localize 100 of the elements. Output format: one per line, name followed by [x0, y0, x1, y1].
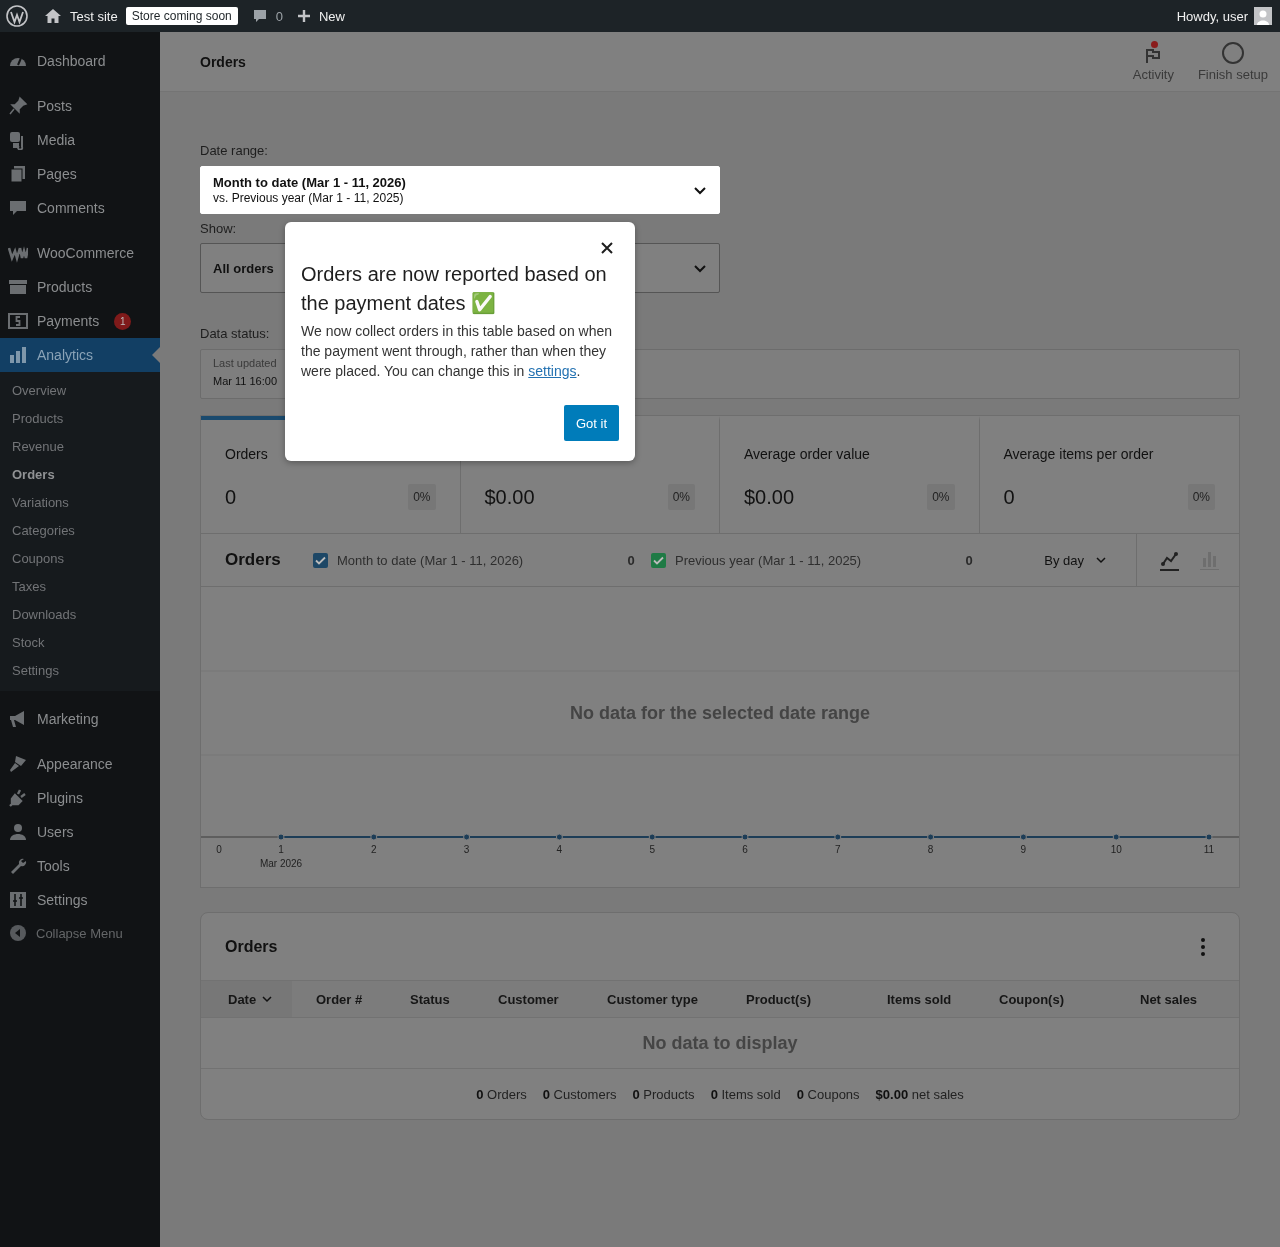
- table-summary-item: 0 Orders: [476, 1086, 527, 1102]
- submenu-item[interactable]: Overview: [0, 377, 160, 405]
- summary-label: Average items per order: [1003, 446, 1155, 464]
- chevron-down-icon: [693, 262, 707, 274]
- submenu-item[interactable]: Stock: [0, 629, 160, 657]
- sidebar-menu-item[interactable]: Products: [0, 270, 160, 304]
- show-label: Show:: [200, 221, 237, 236]
- sidebar-menu-item[interactable]: Posts: [0, 89, 160, 123]
- chart-title: Orders: [225, 550, 282, 570]
- summary-card[interactable]: Average order value $0.00 0%: [720, 416, 980, 533]
- sidebar-menu-item[interactable]: Tools: [0, 849, 160, 883]
- paintbrush-icon: [8, 754, 28, 774]
- chevron-down-icon: [693, 184, 707, 196]
- sidebar-menu-item[interactable]: Comments: [0, 191, 160, 225]
- column-header[interactable]: Coupon(s): [975, 981, 1116, 1017]
- sidebar-menu-item[interactable]: Users: [0, 815, 160, 849]
- comment-count: 0: [275, 8, 283, 24]
- column-header[interactable]: Status: [386, 981, 474, 1017]
- axis-tick-label: 5: [649, 844, 655, 855]
- submenu-item[interactable]: Coupons: [0, 545, 160, 573]
- table-summary-item: 0 Customers: [542, 1086, 617, 1102]
- vertical-dots-icon: [1201, 937, 1205, 956]
- empty-chart-message: No data for the selected date range: [569, 703, 871, 723]
- line-chart-icon: [1159, 549, 1179, 571]
- sidebar-menu-item[interactable]: Appearance: [0, 747, 160, 781]
- sort-chevron-icon: [262, 995, 273, 1003]
- column-header[interactable]: Net sales: [1116, 981, 1239, 1017]
- legend-toggle[interactable]: Previous year (Mar 1 - 11, 2025) 0: [651, 534, 989, 586]
- summary-value: $0.00: [484, 485, 535, 509]
- archive-box-icon: [8, 277, 28, 297]
- axis-tick-label: 6: [742, 844, 748, 855]
- axis-tick-label: 4: [556, 844, 563, 855]
- table-summary-item: 0 Coupons: [796, 1086, 860, 1102]
- checkbox[interactable]: [313, 552, 328, 568]
- checkbox[interactable]: [651, 552, 666, 568]
- column-header[interactable]: Order #: [292, 981, 386, 1017]
- percent-change-badge: 0%: [927, 484, 955, 510]
- last-updated-caption: Last updated: [213, 357, 278, 369]
- submenu-item[interactable]: Products: [0, 405, 160, 433]
- summary-value: 0: [1003, 485, 1015, 509]
- column-header[interactable]: Items sold: [863, 981, 975, 1017]
- sidebar-menu-item[interactable]: Pages: [0, 157, 160, 191]
- submenu-item[interactable]: Categories: [0, 517, 160, 545]
- axis-tick-label: 3: [463, 844, 470, 855]
- column-header[interactable]: Customer: [474, 981, 583, 1017]
- sidebar-menu-item[interactable]: WooCommerce: [0, 236, 160, 270]
- axis-tick-label: 7: [835, 844, 841, 855]
- sidebar-menu-item[interactable]: Marketing: [0, 702, 160, 736]
- finish-setup-button[interactable]: Finish setup: [1185, 31, 1280, 92]
- home-icon[interactable]: [44, 7, 62, 25]
- activity-button[interactable]: Activity: [1120, 31, 1186, 92]
- new-content-link[interactable]: New: [319, 8, 345, 24]
- percent-change-badge: 0%: [408, 484, 436, 510]
- submenu-item[interactable]: Revenue: [0, 433, 160, 461]
- percent-change-badge: 0%: [1187, 484, 1215, 510]
- circle-progress-icon: [1220, 41, 1245, 65]
- date-range-label: Date range:: [200, 143, 268, 158]
- table-title: Orders: [225, 937, 279, 956]
- chevron-down-icon: [1096, 556, 1106, 564]
- sidebar-menu-item[interactable]: Analytics: [0, 338, 160, 372]
- summary-label: Orders: [225, 446, 269, 464]
- legend-toggle[interactable]: Month to date (Mar 1 - 11, 2026) 0: [313, 534, 651, 586]
- bar-chart-icon: [8, 345, 28, 365]
- settings-link[interactable]: settings: [528, 363, 577, 379]
- user-greeting-link[interactable]: Howdy, user: [1176, 8, 1248, 24]
- date-range-dropdown[interactable]: Month to date (Mar 1 - 11, 2026) vs. Previous year (Mar 1 - 11, 2025): [200, 166, 720, 214]
- summary-card[interactable]: Average items per order 0 0%: [979, 416, 1239, 533]
- sidebar-menu-item[interactable]: Dashboard: [0, 44, 160, 78]
- page-title: Orders: [200, 53, 247, 70]
- percent-change-badge: 0%: [667, 484, 695, 510]
- pushpin-icon: [8, 96, 28, 116]
- submenu-item[interactable]: Variations: [0, 489, 160, 517]
- wordpress-logo-icon[interactable]: [6, 5, 28, 27]
- axis-month-label: Mar 2026: [259, 858, 303, 869]
- data-status-label: Data status:: [200, 326, 270, 341]
- table-summary-item: 0 Products: [632, 1086, 695, 1102]
- site-name-link[interactable]: Test site: [70, 8, 118, 24]
- submenu-item[interactable]: Settings: [0, 657, 160, 685]
- submenu-item[interactable]: Orders: [0, 461, 160, 489]
- sidebar-menu-item[interactable]: Payments 1: [0, 304, 160, 338]
- submenu-item[interactable]: Taxes: [0, 573, 160, 601]
- store-status-badge: Store coming soon: [125, 7, 238, 25]
- collapse-menu-button[interactable]: Collapse Menu: [0, 924, 160, 942]
- sidebar-menu-item[interactable]: Settings: [0, 883, 160, 917]
- plus-icon[interactable]: [297, 9, 311, 23]
- submenu-item[interactable]: Downloads: [0, 601, 160, 629]
- dollar-sign-icon: [8, 311, 28, 331]
- column-header[interactable]: Product(s): [722, 981, 863, 1017]
- column-header[interactable]: Customer type: [583, 981, 722, 1017]
- axis-tick-label: 1: [278, 844, 284, 855]
- popover-message: We now collect orders in this table based on when the payment went through, rather than when they were placed. You can change this in settings.: [301, 322, 614, 381]
- summary-label: Average order value: [744, 446, 871, 464]
- pages-icon: [8, 164, 28, 184]
- got-it-button[interactable]: Got it: [563, 405, 619, 441]
- sidebar-menu-item[interactable]: Plugins: [0, 781, 160, 815]
- notification-count-badge: 1: [114, 312, 132, 330]
- comment-bubble-icon[interactable]: [251, 8, 268, 24]
- sidebar-menu-item[interactable]: Media: [0, 123, 160, 157]
- column-header[interactable]: Date: [201, 981, 292, 1017]
- interval-dropdown[interactable]: By day: [1038, 551, 1112, 569]
